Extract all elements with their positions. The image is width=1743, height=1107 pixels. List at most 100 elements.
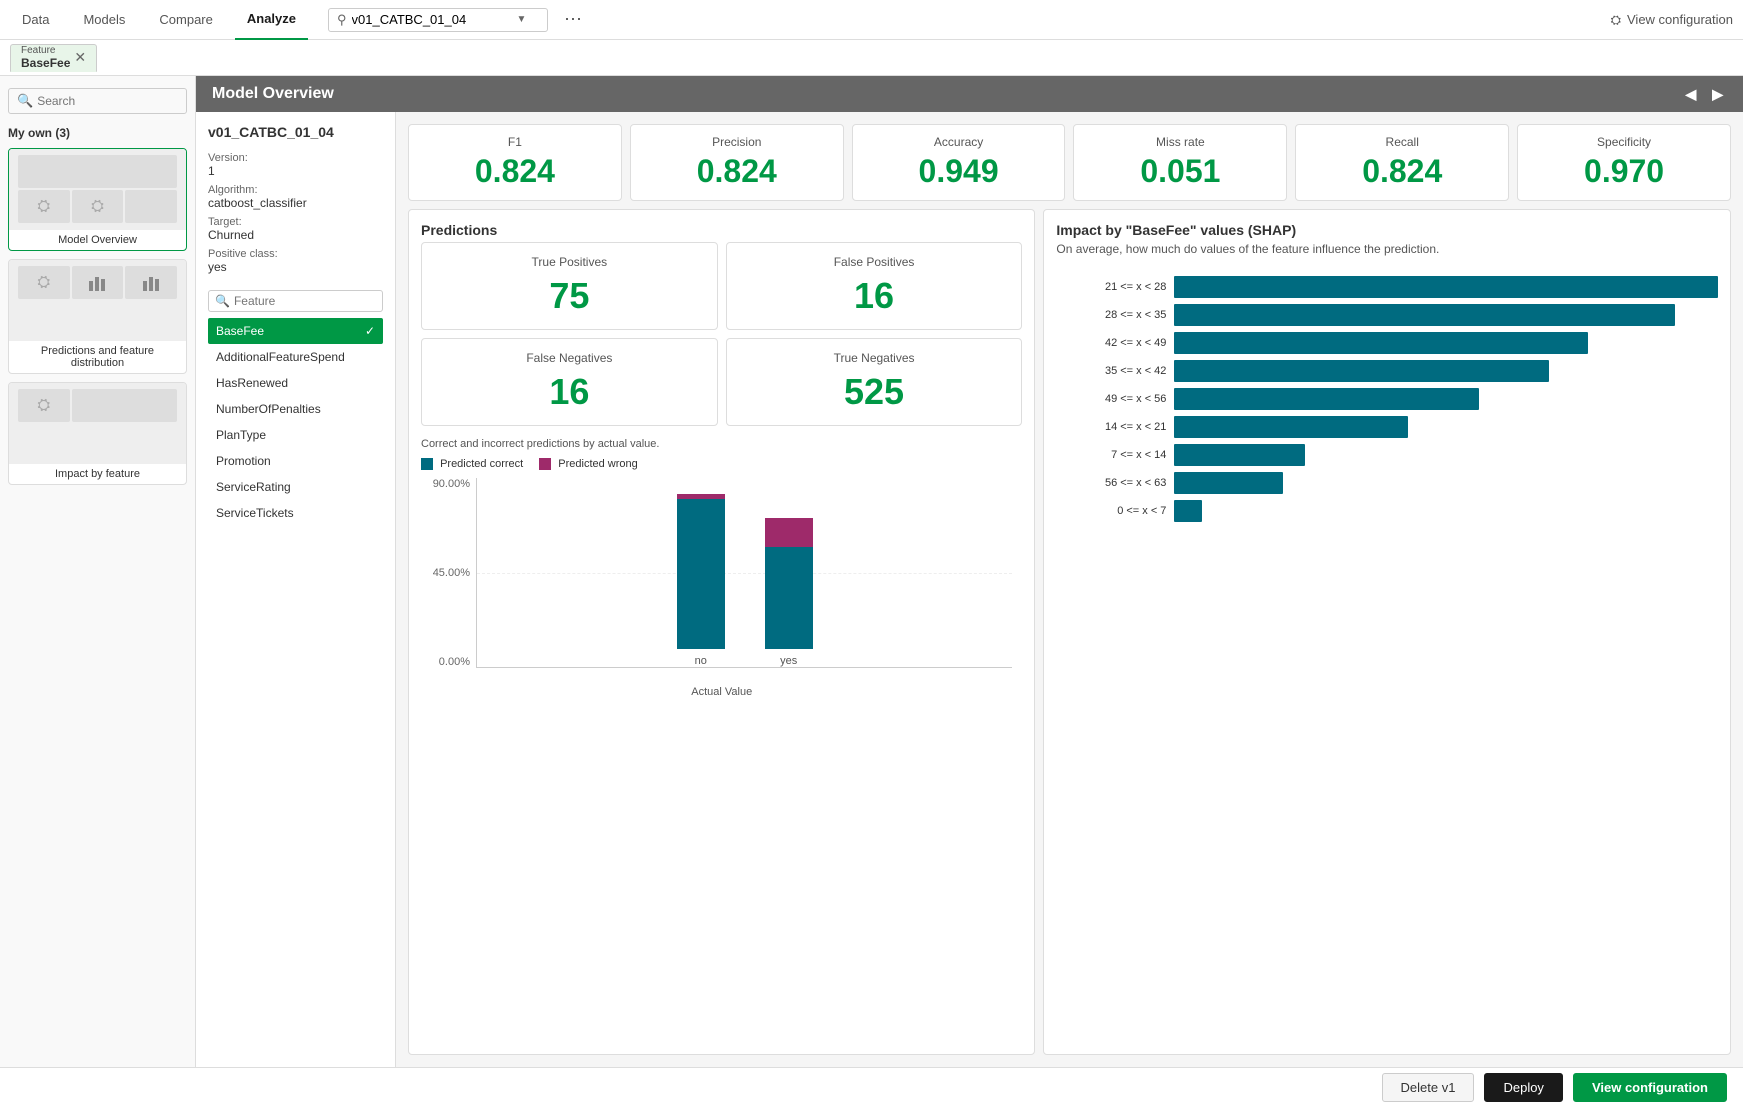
feature-item-promotion[interactable]: Promotion [208,448,383,474]
cm-cell-false-negatives: False Negatives 16 [421,338,718,426]
algorithm-value: catboost_classifier [208,196,383,210]
shap-bar-container-0 [1174,276,1718,298]
deploy-button[interactable]: Deploy [1484,1073,1562,1102]
feature-item-numberofpenalties[interactable]: NumberOfPenalties [208,396,383,422]
positive-class-value: yes [208,260,383,274]
metric-label-5: Specificity [1530,135,1718,149]
legend-wrong: Predicted wrong [539,458,638,470]
metric-label-4: Recall [1308,135,1496,149]
confusion-matrix: True Positives 75 False Positives 16 False… [421,242,1022,426]
view-config-button[interactable]: ⛭ View configuration [1611,12,1733,28]
bar-label-0: no [695,655,707,667]
feature-item-hasrenewed[interactable]: HasRenewed [208,370,383,396]
shap-bar-container-1 [1174,304,1718,326]
shap-title: Impact by "BaseFee" values (SHAP) [1056,222,1718,238]
shap-bar-container-6 [1174,444,1718,466]
sidebar: 🔍 My own (3) ⛭ ⛭ Model Overview ⛭ [0,76,196,1067]
bar-wrong-1 [765,518,813,547]
metric-label-0: F1 [421,135,609,149]
shap-label-3: 35 <= x < 42 [1056,365,1166,377]
meta-algorithm: Algorithm: catboost_classifier [208,184,383,210]
left-panel: v01_CATBC_01_04 Version: 1 Algorithm: ca… [196,112,396,1067]
legend-wrong-dot [539,458,551,470]
metric-label-1: Precision [643,135,831,149]
metric-cards: F1 0.824Precision 0.824Accuracy 0.949Mis… [396,112,1743,209]
cm-label-1: False Positives [739,255,1010,269]
shap-label-5: 14 <= x < 21 [1056,421,1166,433]
sheet-label-1: Model Overview [9,229,186,250]
bar-stack-0 [677,489,725,649]
content-area: Model Overview ◀ ▶ v01_CATBC_01_04 Versi… [196,76,1743,1067]
shap-label-8: 0 <= x < 7 [1056,505,1166,517]
sheet-label-2: Predictions and feature distribution [9,340,186,373]
content-scroll: v01_CATBC_01_04 Version: 1 Algorithm: ca… [196,112,1743,1067]
metric-value-4: 0.824 [1308,153,1496,190]
positive-class-label: Positive class: [208,248,383,260]
cm-cell-true-positives: True Positives 75 [421,242,718,330]
search-icon: ⚲ [337,12,347,28]
feature-item-plantype[interactable]: PlanType [208,422,383,448]
nav-analyze[interactable]: Analyze [235,0,308,40]
metric-value-5: 0.970 [1530,153,1718,190]
tab-feature-basefee[interactable]: Feature BaseFee ✕ [10,44,97,72]
legend-correct: Predicted correct [421,458,523,470]
shap-label-7: 56 <= x < 63 [1056,477,1166,489]
view-config-bottom-button[interactable]: View configuration [1573,1073,1727,1102]
shap-label-2: 42 <= x < 49 [1056,337,1166,349]
model-search-input[interactable] [352,12,512,27]
tabs-row: Feature BaseFee ✕ [0,40,1743,76]
shap-label-6: 7 <= x < 14 [1056,449,1166,461]
bar-stack-1 [765,489,813,649]
shap-bar-7 [1174,472,1283,494]
tab-item-content: Feature BaseFee [21,45,70,70]
delete-button[interactable]: Delete v1 [1382,1073,1475,1102]
tab-close-icon[interactable]: ✕ [74,49,86,66]
nav-models[interactable]: Models [71,0,137,40]
nav-data[interactable]: Data [10,0,61,40]
shap-row-8: 0 <= x < 7 [1056,500,1718,522]
shap-row-5: 14 <= x < 21 [1056,416,1718,438]
shap-bar-container-3 [1174,360,1718,382]
feature-item-additionalfeaturespend[interactable]: AdditionalFeatureSpend [208,344,383,370]
prev-arrow[interactable]: ◀ [1681,86,1700,103]
shap-bar-3 [1174,360,1549,382]
sheet-card-impact[interactable]: ⛭ Impact by feature [8,382,187,485]
feature-item-label: Promotion [216,454,271,468]
bar-label-1: yes [780,655,797,667]
shap-bar-6 [1174,444,1304,466]
feature-item-servicerating[interactable]: ServiceRating [208,474,383,500]
meta-target: Target: Churned [208,216,383,242]
feature-search-input[interactable] [234,294,389,308]
target-label: Target: [208,216,383,228]
thumb-icon-4: ⛭ [37,397,50,415]
shap-bar-0 [1174,276,1718,298]
bar-group-yes: yes [765,489,813,667]
search-dropdown-arrow[interactable]: ▼ [517,14,527,25]
next-arrow[interactable]: ▶ [1708,86,1727,103]
shap-label-1: 28 <= x < 35 [1056,309,1166,321]
sheet-card-predictions[interactable]: ⛭ Predictions and feature distribution [8,259,187,374]
more-options[interactable]: ⋯ [558,9,588,30]
legend-correct-dot [421,458,433,470]
sidebar-search-box: 🔍 [8,88,187,114]
shap-bar-container-7 [1174,472,1718,494]
tab-sub-label: Feature [21,45,70,56]
feature-item-servicetickets[interactable]: ServiceTickets [208,500,383,526]
tab-main-label: BaseFee [21,56,70,70]
shap-bar-8 [1174,500,1201,522]
feature-item-label: BaseFee [216,324,264,338]
shap-row-3: 35 <= x < 42 [1056,360,1718,382]
sidebar-search-input[interactable] [37,94,157,108]
thumb-icon-2: ⛭ [91,198,104,216]
yaxis-90: 90.00% [433,478,470,490]
sheet-thumb-3: ⛭ [9,383,186,463]
feature-item-basefee[interactable]: BaseFee✓ [208,318,383,344]
shap-bar-container-5 [1174,416,1718,438]
bar-chart: 90.00% 45.00% 0.00% no [421,478,1022,698]
model-overview-header: Model Overview ◀ ▶ [196,76,1743,112]
predictions-panel: Predictions True Positives 75False Posit… [408,209,1035,1055]
feature-list: BaseFee✓AdditionalFeatureSpendHasRenewed… [208,318,383,526]
cm-value-1: 16 [739,275,1010,317]
nav-compare[interactable]: Compare [147,0,224,40]
sheet-card-model-overview[interactable]: ⛭ ⛭ Model Overview [8,148,187,251]
